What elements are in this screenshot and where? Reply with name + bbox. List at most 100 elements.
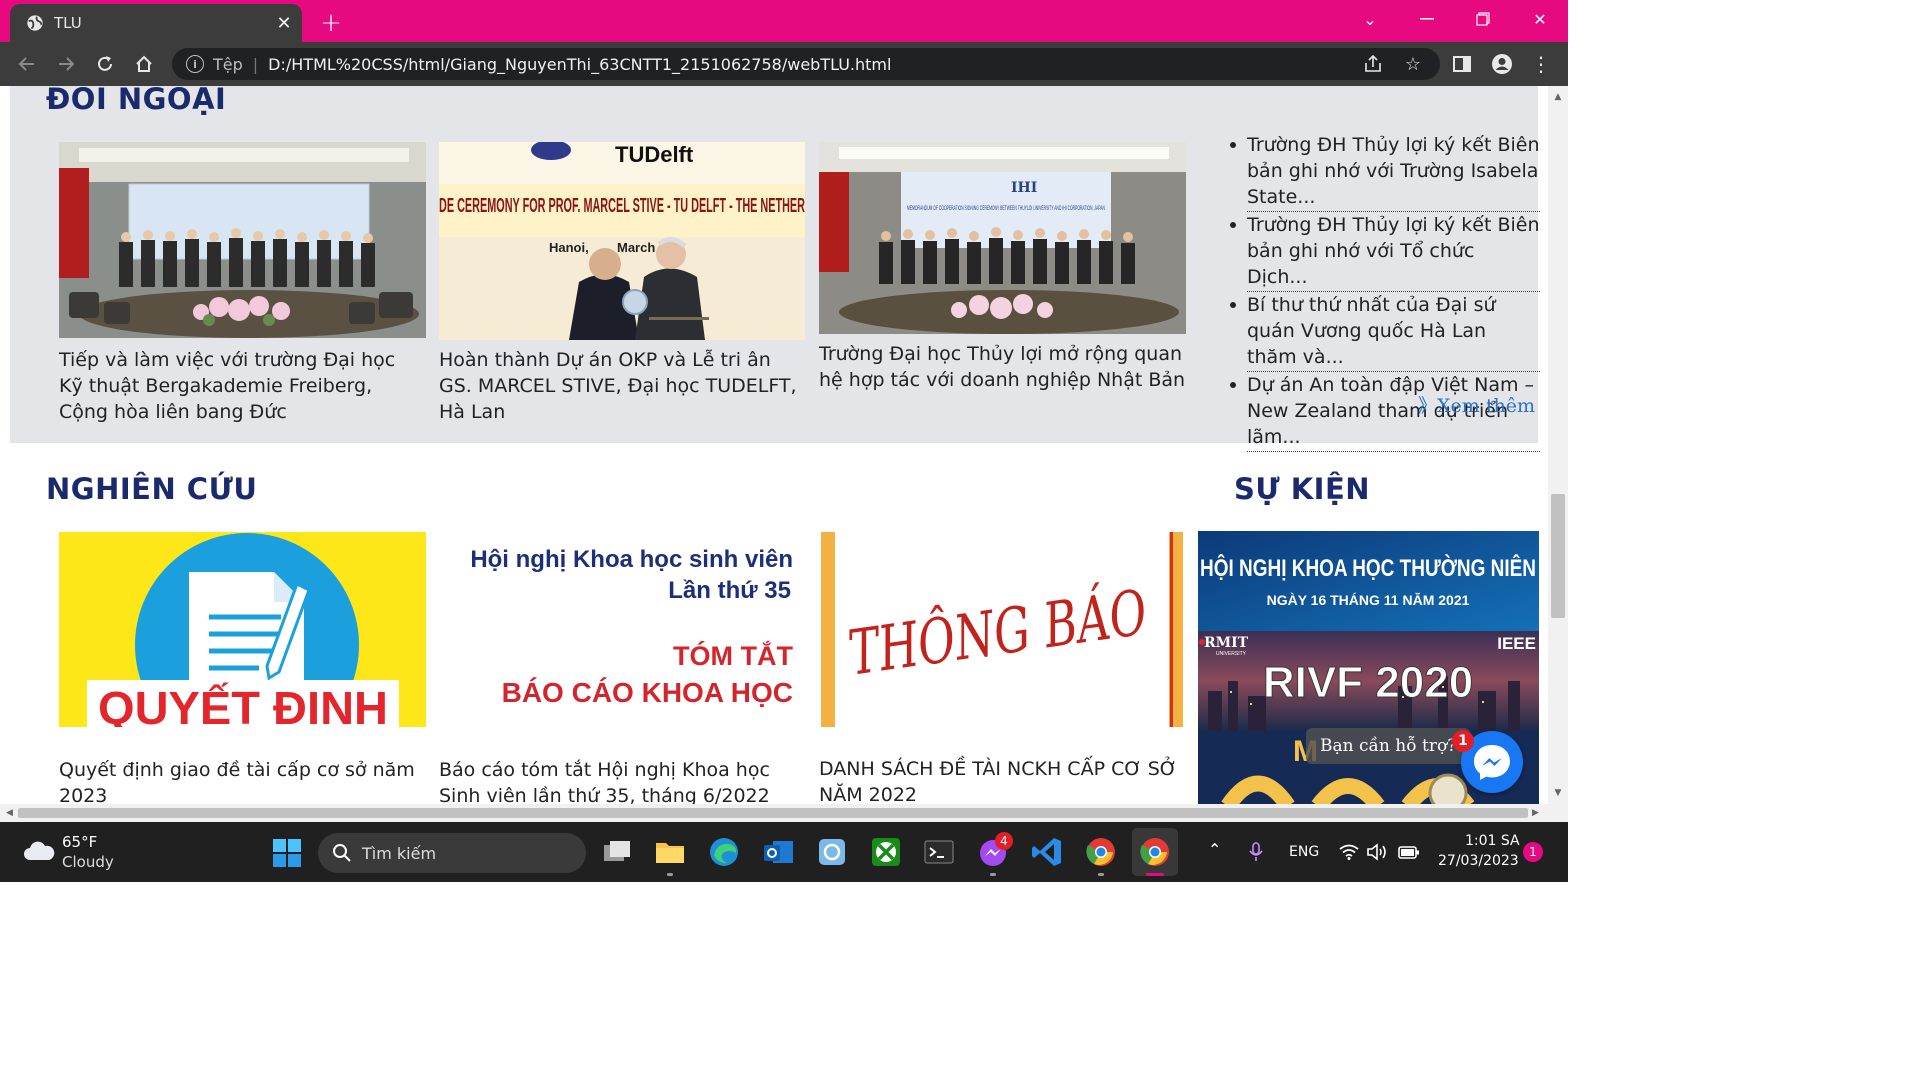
taskbar: 65°F Cloudy Tìm kiếm 4 ⌃ ENG 1:01 SA 27/… [0, 822, 1568, 882]
side-panel-icon[interactable] [1447, 50, 1477, 78]
back-icon[interactable] [12, 50, 42, 78]
weather-temperature[interactable]: 65°F [62, 833, 97, 851]
decision-graphic: QUYẾT ĐỊNH [59, 532, 426, 727]
scroll-right-icon[interactable]: ▶ [1532, 808, 1539, 818]
photos-icon[interactable] [815, 835, 849, 869]
research-image-notice[interactable]: THÔNG BÁO [819, 532, 1185, 727]
xbox-icon[interactable] [869, 835, 903, 869]
terminal-icon[interactable] [922, 835, 956, 869]
research-caption-notice[interactable]: DANH SÁCH ĐỀ TÀI NCKH CẤP CƠ SỞ NĂM 2022 [819, 756, 1189, 804]
see-more-link[interactable]: 》Xem thêm [1418, 391, 1535, 418]
close-window-icon[interactable]: ✕ [1520, 6, 1560, 32]
conference-graphic: Hội nghị Khoa học sinh viên Lần thứ 35 T… [439, 532, 805, 727]
browser-tab[interactable]: TLU ✕ [10, 4, 302, 42]
tab-search-icon[interactable]: ⌄ [1350, 6, 1390, 32]
scroll-left-icon[interactable]: ◀ [6, 808, 13, 818]
vertical-scroll-thumb[interactable] [1551, 494, 1565, 618]
ceremony-sub-text-2: March [617, 240, 655, 255]
page-viewport: ĐỐI NGOẠI Tiếp và làm việc với trường Đạ… [0, 86, 1548, 804]
horizontal-scrollbar[interactable]: ◀ ▶ [0, 804, 1568, 822]
support-chat-prompt[interactable]: Bạn cần hỗ trợ? [1306, 728, 1471, 764]
new-tab-button[interactable]: + [316, 8, 346, 38]
windows-start-icon[interactable] [272, 838, 302, 868]
ihi-logo-text: IHI [1011, 180, 1037, 196]
app-running-indicator [1098, 873, 1104, 876]
wifi-icon[interactable] [1339, 844, 1359, 860]
vscode-icon[interactable] [1030, 835, 1064, 869]
weather-description[interactable]: Cloudy [62, 853, 114, 871]
news-caption-freiberg[interactable]: Tiếp và làm việc với trường Đại học Kỹ t… [59, 347, 419, 425]
events-heading: SỰ KIỆN [1234, 472, 1371, 506]
ceremony-sub-text: Hanoi, [549, 240, 589, 255]
conference-line-3: TÓM TẮT [673, 640, 793, 671]
taskbar-search[interactable]: Tìm kiếm [318, 833, 586, 873]
menu-icon[interactable]: ⋮ [1526, 50, 1556, 78]
news-image-ihi[interactable]: IHI MEMORANDUM OF COOPERATION SIGNING CE… [819, 142, 1186, 334]
ceremony-banner-text: DE CEREMONY FOR PROF. MARCEL STIVE - TU … [439, 195, 805, 217]
rmit-logo-sub: UNIVERSITY [1216, 651, 1247, 657]
horizontal-scroll-thumb[interactable] [18, 808, 1528, 818]
chrome-active-icon[interactable] [1138, 835, 1172, 869]
news-caption-tudelft[interactable]: Hoàn thành Dự án OKP và Lễ tri ân GS. MA… [439, 347, 799, 425]
research-image-conference[interactable]: Hội nghị Khoa học sinh viên Lần thứ 35 T… [439, 532, 805, 727]
list-item[interactable]: Trường ĐH Thủy lợi ký kết Biên bản ghi n… [1228, 132, 1540, 212]
signing-photo: IHI MEMORANDUM OF COOPERATION SIGNING CE… [819, 142, 1186, 334]
research-image-decision[interactable]: QUYẾT ĐỊNH [59, 532, 426, 727]
globe-icon [27, 15, 43, 31]
profile-icon[interactable] [1487, 50, 1517, 78]
notification-badge[interactable]: 1 [1523, 842, 1543, 862]
volume-icon[interactable] [1366, 843, 1388, 861]
conference-line-2: Lần thứ 35 [668, 577, 791, 604]
clock-date[interactable]: 27/03/2023 [1438, 853, 1519, 869]
chrome-icon[interactable] [1084, 835, 1118, 869]
file-explorer-icon[interactable] [653, 835, 687, 869]
international-heading: ĐỐI NGOẠI [46, 86, 227, 116]
address-separator: | [252, 54, 259, 74]
clock-time[interactable]: 1:01 SA [1465, 833, 1520, 849]
microphone-icon[interactable] [1248, 842, 1264, 862]
vertical-scrollbar[interactable]: ▲ ▼ [1548, 86, 1568, 804]
notice-graphic: THÔNG BÁO [819, 532, 1185, 727]
app-running-indicator [990, 873, 996, 876]
battery-icon[interactable] [1397, 843, 1421, 861]
url-text[interactable]: D:/HTML%20CSS/html/Giang_NguyenThi_63CNT… [268, 55, 891, 74]
news-image-freiberg[interactable] [59, 142, 426, 338]
edge-icon[interactable] [707, 835, 741, 869]
decision-graphic-text: QUYẾT ĐỊNH [98, 682, 388, 727]
scroll-down-icon[interactable]: ▼ [1553, 788, 1563, 798]
bookmark-star-icon[interactable]: ☆ [1400, 52, 1426, 76]
research-heading: NGHIÊN CỨU [46, 472, 258, 506]
reload-icon[interactable] [90, 50, 120, 78]
info-icon[interactable]: i [186, 55, 204, 73]
app-running-indicator [667, 873, 673, 876]
list-item[interactable]: Bí thư thứ nhất của Đại sứ quán Vương qu… [1228, 292, 1540, 372]
news-caption-ihi[interactable]: Trường Đại học Thủy lợi mở rộng quan hệ … [819, 341, 1189, 393]
outlook-icon[interactable] [761, 835, 795, 869]
research-caption-conference[interactable]: Báo cáo tóm tắt Hội nghị Khoa học Sinh v… [439, 757, 809, 804]
search-placeholder: Tìm kiếm [362, 843, 437, 863]
conference-line-1: Hội nghị Khoa học sinh viên [470, 546, 793, 573]
news-image-tudelft[interactable]: TUDelft DE CEREMONY FOR PROF. MARCEL STI… [439, 142, 805, 340]
chevron-up-icon[interactable]: ⌃ [1208, 840, 1221, 859]
address-bar[interactable]: i Tệp | D:/HTML%20CSS/html/Giang_NguyenT… [172, 48, 1440, 80]
forward-icon[interactable] [51, 50, 81, 78]
rivf-title: RIVF 2020 [1263, 658, 1473, 707]
conference-line-4: BÁO CÁO KHOA HỌC [502, 677, 793, 708]
messenger-app-badge: 4 [995, 832, 1013, 850]
language-indicator[interactable]: ENG [1289, 844, 1319, 860]
list-item[interactable]: Trường ĐH Thủy lợi ký kết Biên bản ghi n… [1228, 212, 1540, 292]
close-tab-icon[interactable]: ✕ [272, 11, 296, 35]
search-icon [333, 844, 351, 862]
research-caption-decision[interactable]: Quyết định giao đề tài cấp cơ sở năm 202… [59, 757, 439, 804]
tab-strip: TLU ✕ + ⌄ ✕ [0, 0, 1568, 42]
home-icon[interactable] [129, 50, 159, 78]
scroll-up-icon[interactable]: ▲ [1553, 92, 1563, 102]
share-icon[interactable] [1360, 52, 1386, 76]
rmit-logo: RMIT [1204, 635, 1249, 651]
restore-icon[interactable] [1463, 6, 1503, 32]
cloud-icon[interactable] [22, 840, 56, 862]
ieee-logo: IEEE [1497, 634, 1536, 653]
task-view-icon[interactable] [600, 835, 634, 869]
scheme-label: Tệp [213, 54, 243, 74]
minimize-icon[interactable] [1407, 6, 1447, 32]
